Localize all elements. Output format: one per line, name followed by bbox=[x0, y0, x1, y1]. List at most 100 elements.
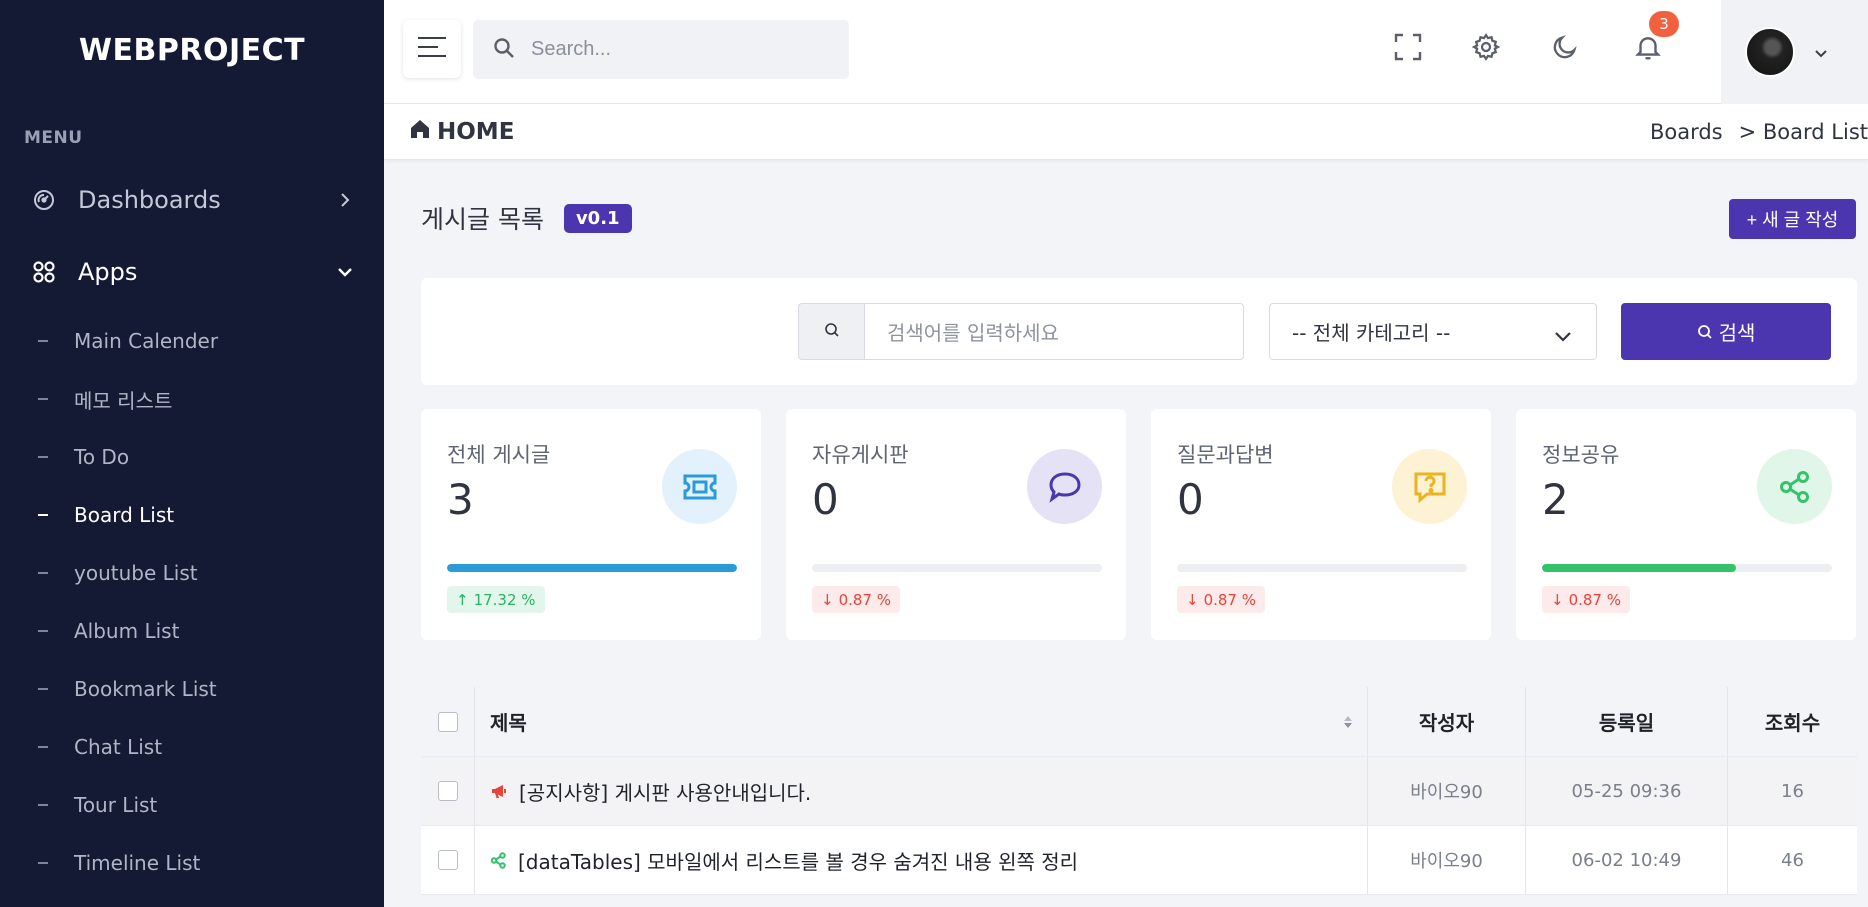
stat-value: 0 bbox=[1177, 475, 1204, 524]
column-header-title[interactable]: 제목 bbox=[475, 687, 1368, 756]
stat-label: 질문과답변 bbox=[1177, 443, 1274, 467]
sidebar-item-label: Bookmark List bbox=[74, 677, 217, 701]
table-row[interactable]: [dataTables] 모바일에서 리스트를 볼 경우 숨겨진 내용 왼쪽 정… bbox=[421, 826, 1857, 895]
sidebar-item-bookmark-list[interactable]: Bookmark List bbox=[0, 660, 384, 718]
row-checkbox[interactable] bbox=[437, 850, 458, 870]
settings-button[interactable] bbox=[1469, 32, 1503, 66]
page-title: 게시글 목록 v0.1 bbox=[421, 200, 632, 236]
stat-card-info-share: 정보공유 2 ↓ 0.87 % bbox=[1516, 409, 1856, 640]
sidebar-item-tour-list[interactable]: Tour List bbox=[0, 776, 384, 834]
column-header-views[interactable]: 조회수 bbox=[1728, 687, 1857, 756]
menu-section-title: MENU bbox=[24, 128, 83, 148]
search-button[interactable]: 검색 bbox=[1621, 303, 1831, 360]
board-table: 제목 작성자 등록일 조회수 [공지사항] 게시판 사용안내입니다. 바이오90… bbox=[421, 687, 1857, 895]
stat-progress-fill bbox=[1542, 564, 1737, 572]
breadcrumb-item-board-list: > Board List bbox=[1738, 120, 1868, 144]
sidebar-item-main-calender[interactable]: Main Calender bbox=[0, 312, 384, 370]
dash-marker bbox=[38, 398, 48, 400]
row-date: 05-25 09:36 bbox=[1526, 757, 1728, 825]
stat-progress-bar bbox=[812, 564, 1102, 572]
table-row[interactable]: [공지사항] 게시판 사용안내입니다. 바이오90 05-25 09:36 16 bbox=[421, 757, 1857, 826]
dash-marker bbox=[38, 456, 48, 458]
row-views: 16 bbox=[1781, 780, 1804, 802]
bell-icon bbox=[1633, 32, 1663, 66]
stat-progress-bar bbox=[1177, 564, 1467, 572]
dash-marker bbox=[38, 630, 48, 632]
row-title-cell[interactable]: [공지사항] 게시판 사용안내입니다. bbox=[475, 757, 1368, 825]
arrow-down-icon: ↓ bbox=[1186, 590, 1199, 609]
row-title-link[interactable]: [dataTables] 모바일에서 리스트를 볼 경우 숨겨진 내용 왼쪽 정… bbox=[518, 846, 1078, 875]
sidebar-item-chat-list[interactable]: Chat List bbox=[0, 718, 384, 776]
question-icon bbox=[1392, 449, 1467, 524]
search-input[interactable] bbox=[531, 38, 831, 61]
fullscreen-button[interactable] bbox=[1391, 32, 1425, 66]
ticket-icon bbox=[662, 449, 737, 524]
row-title-link[interactable]: [공지사항] 게시판 사용안내입니다. bbox=[519, 777, 811, 806]
dash-marker bbox=[38, 688, 48, 690]
search-icon bbox=[493, 37, 515, 63]
notifications-button[interactable] bbox=[1631, 32, 1665, 66]
user-menu[interactable] bbox=[1721, 0, 1868, 104]
column-header-author[interactable]: 작성자 bbox=[1368, 687, 1526, 756]
row-views: 46 bbox=[1781, 849, 1804, 871]
breadcrumb-bar: HOME Boards > Board List bbox=[384, 104, 1868, 160]
category-select-value: -- 전체 카테고리 -- bbox=[1292, 321, 1451, 345]
new-post-button[interactable]: + 새 글 작성 bbox=[1729, 199, 1856, 239]
brand-logo[interactable]: WEBPROJECT bbox=[0, 0, 384, 100]
dash-marker bbox=[38, 746, 48, 748]
sidebar-item-album-list[interactable]: Album List bbox=[0, 602, 384, 660]
stat-card-total: 전체 게시글 3 ↑ 17.32 % bbox=[421, 409, 761, 640]
arrow-down-icon: ↓ bbox=[1551, 590, 1564, 609]
sidebar-item-board-list[interactable]: Board List bbox=[0, 486, 384, 544]
nav-dashboards-label: Dashboards bbox=[78, 186, 221, 214]
dash-marker bbox=[38, 862, 48, 864]
stat-change-text: 0.87 % bbox=[1568, 590, 1621, 609]
row-title-cell[interactable]: [dataTables] 모바일에서 리스트를 볼 경우 숨겨진 내용 왼쪽 정… bbox=[475, 826, 1368, 894]
stat-change-badge: ↓ 0.87 % bbox=[1542, 586, 1630, 613]
global-search[interactable] bbox=[473, 20, 849, 79]
sidebar-item-label: Chat List bbox=[74, 735, 163, 759]
stat-progress-bar bbox=[1542, 564, 1832, 572]
stat-progress-bar bbox=[447, 564, 737, 572]
dark-mode-toggle[interactable] bbox=[1548, 32, 1582, 66]
nav-apps[interactable]: Apps bbox=[0, 236, 384, 308]
sidebar-item-memo-list[interactable]: 메모 리스트 bbox=[0, 370, 384, 428]
sidebar-item-label: To Do bbox=[74, 445, 130, 469]
page-title-text: 게시글 목록 bbox=[421, 205, 544, 234]
page-section-title: HOME bbox=[410, 119, 514, 145]
stat-change-text: 0.87 % bbox=[1203, 590, 1256, 609]
sidebar-item-todo[interactable]: To Do bbox=[0, 428, 384, 486]
arrow-up-icon: ↑ bbox=[456, 590, 469, 609]
home-icon bbox=[410, 119, 437, 145]
select-all-cell bbox=[421, 687, 475, 756]
table-header-row: 제목 작성자 등록일 조회수 bbox=[421, 687, 1857, 757]
nav-apps-label: Apps bbox=[78, 258, 138, 286]
row-author: 바이오90 bbox=[1368, 757, 1526, 825]
select-all-checkbox[interactable] bbox=[437, 711, 458, 732]
filter-search-icon-box bbox=[798, 303, 864, 360]
sidebar-item-timeline-list[interactable]: Timeline List bbox=[0, 834, 384, 892]
nav-dashboards[interactable]: Dashboards bbox=[0, 164, 384, 236]
menu-toggle-button[interactable] bbox=[403, 20, 461, 78]
breadcrumb-item-boards[interactable]: Boards bbox=[1650, 120, 1723, 144]
gear-icon bbox=[1471, 32, 1501, 66]
search-icon bbox=[1697, 324, 1713, 340]
dash-marker bbox=[38, 572, 48, 574]
column-header-title-label: 제목 bbox=[490, 711, 527, 735]
sidebar-item-youtube-list[interactable]: youtube List bbox=[0, 544, 384, 602]
sidebar-item-label: Tour List bbox=[74, 793, 158, 817]
chevron-down-icon bbox=[1815, 43, 1827, 62]
breadcrumb: Boards > Board List bbox=[1634, 104, 1868, 160]
sidebar-item-label: 메모 리스트 bbox=[74, 388, 173, 413]
filter-panel: 검색어를 입력하세요 -- 전체 카테고리 -- 검색 bbox=[421, 278, 1857, 385]
row-checkbox[interactable] bbox=[437, 781, 458, 801]
category-select[interactable]: -- 전체 카테고리 -- bbox=[1269, 303, 1597, 360]
stat-card-free-board: 자유게시판 0 ↓ 0.87 % bbox=[786, 409, 1126, 640]
keyword-input[interactable]: 검색어를 입력하세요 bbox=[864, 303, 1244, 360]
avatar bbox=[1745, 27, 1795, 77]
stat-value: 0 bbox=[812, 475, 839, 524]
column-header-date[interactable]: 등록일 bbox=[1526, 687, 1728, 756]
sidebar-item-label: Main Calender bbox=[74, 329, 219, 353]
stat-change-text: 0.87 % bbox=[838, 590, 891, 609]
chevron-down-icon bbox=[336, 263, 354, 281]
